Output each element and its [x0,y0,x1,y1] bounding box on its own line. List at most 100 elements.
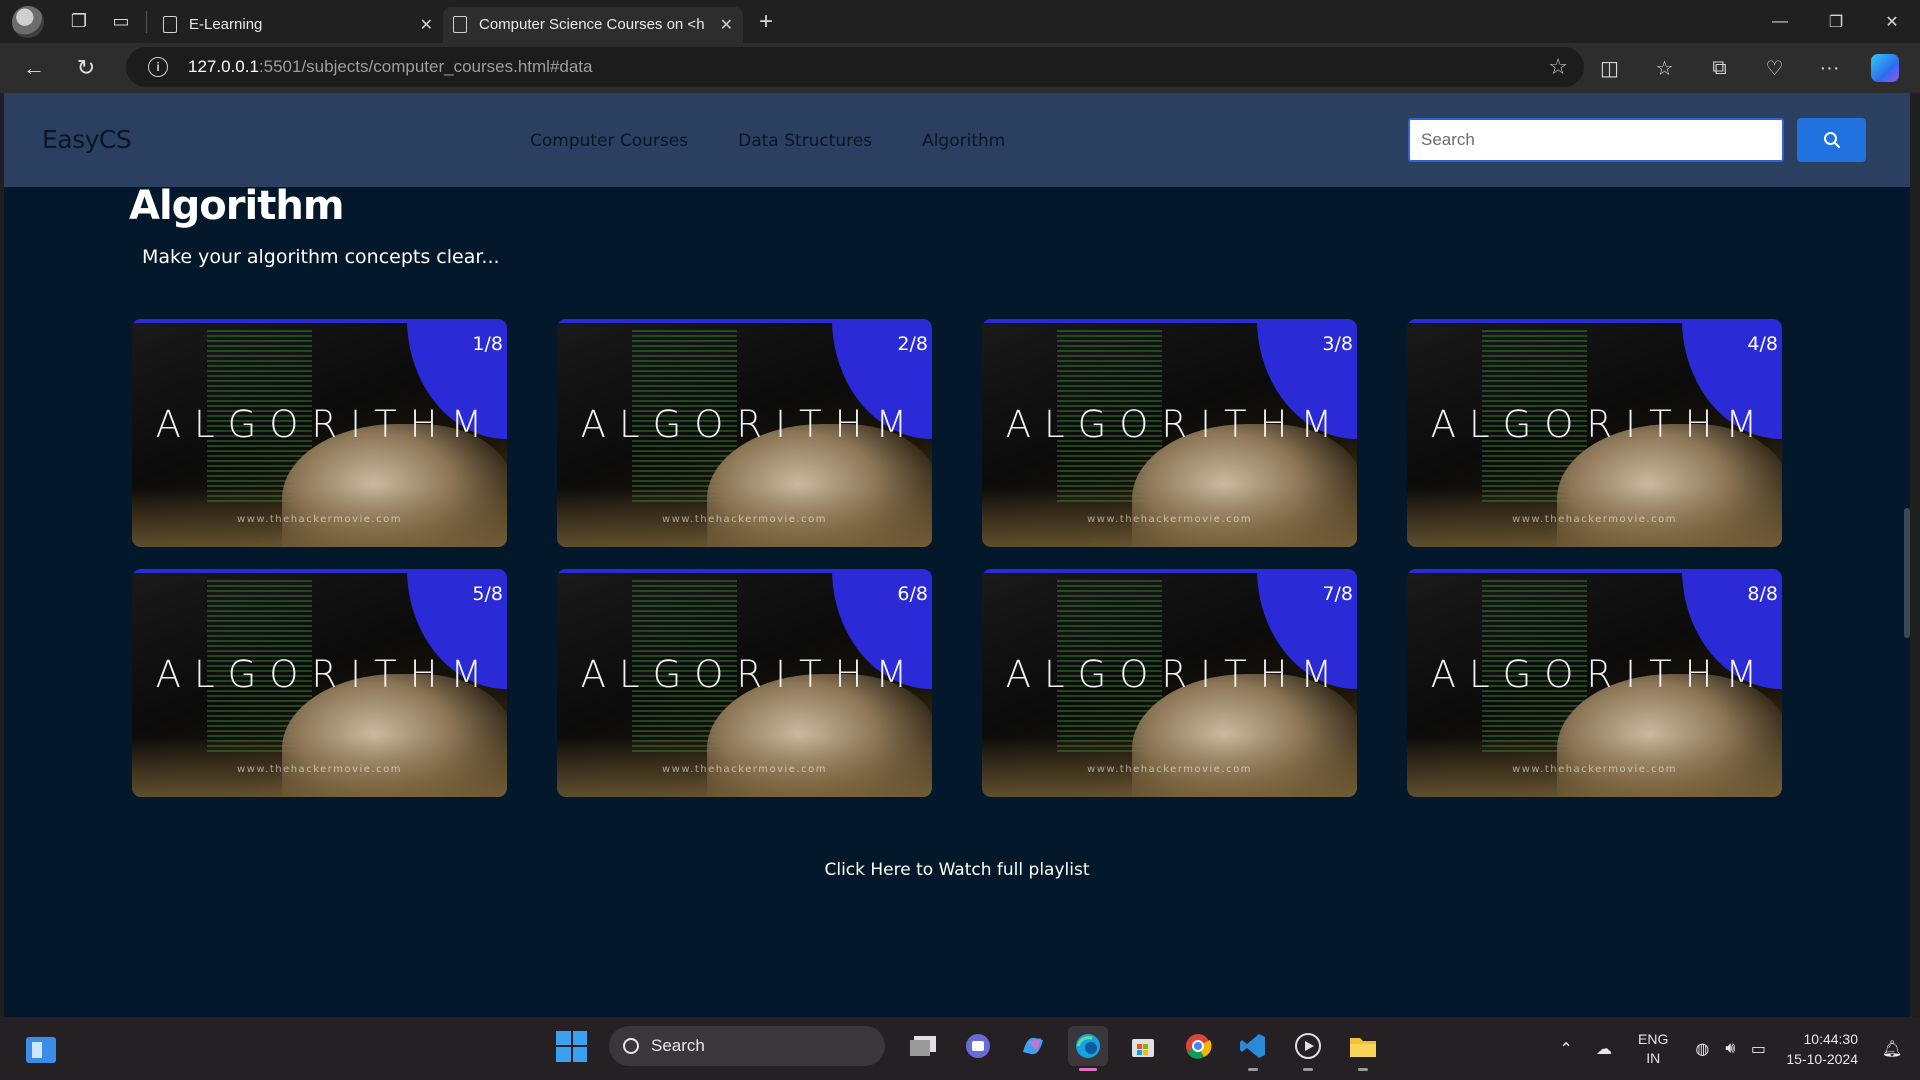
tab-separator [146,10,147,33]
search-icon [623,1038,639,1054]
url-text[interactable]: 127.0.0.1:5501/subjects/computer_courses… [188,57,592,77]
video-card-2[interactable]: 2/8 ALGORITHM www.thehackermovie.com [557,319,932,547]
running-indicator [1248,1068,1258,1071]
onedrive-icon[interactable]: ☁ [1590,1039,1618,1059]
close-tab-icon[interactable]: ✕ [420,15,433,35]
clock[interactable]: 10:44:30 15-10-2024 [1786,1029,1858,1069]
minimize-icon[interactable]: — [1752,0,1808,43]
tab-title: Computer Science Courses on <h [479,16,704,33]
video-card-3[interactable]: 3/8 ALGORITHM www.thehackermovie.com [982,319,1357,547]
site-info-icon[interactable]: i [148,57,168,77]
page-icon [163,16,177,33]
notifications-icon[interactable]: 🔔︎ [1878,1039,1906,1059]
site-nav: Computer Courses Data Structures Algorit… [530,131,1005,151]
collections-icon[interactable]: ⧉ [1692,48,1747,88]
thumb-watermark: www.thehackermovie.com [662,514,827,525]
nav-algorithm[interactable]: Algorithm [922,131,1005,151]
favorites-icon[interactable]: ☆ [1637,48,1692,88]
browser-tools: ◫ ☆ ⧉ ♡ ··· [1582,48,1912,88]
playlist-link-text[interactable]: Click Here to Watch full playlist [824,860,1089,880]
language-indicator[interactable]: ENG IN [1638,1030,1668,1068]
teams-icon[interactable] [958,1026,998,1066]
thumb-title: ALGORITHM [580,403,921,446]
thumb-watermark: www.thehackermovie.com [237,764,402,775]
taskbar: Search ⌃ ☁ ENG IN ◍ 🔊︎ ▭ 10:44:30 15-10-… [0,1017,1920,1080]
restore-icon[interactable]: ❐ [1808,0,1864,43]
thumb-accent-line [982,319,1272,323]
widgets-icon[interactable] [26,1037,56,1063]
search-icon [1823,132,1840,149]
tab-elearning[interactable]: E-Learning ✕ [153,7,443,43]
thumb-title: ALGORITHM [155,653,496,696]
new-tab-icon[interactable]: + [759,8,773,36]
nav-data-structures[interactable]: Data Structures [738,131,872,151]
browser-tab-bar: ❐ ▭ E-Learning ✕ Computer Science Course… [0,0,1920,43]
profile-avatar[interactable] [12,5,44,38]
more-options-icon[interactable]: ··· [1802,48,1857,88]
thumb-watermark: www.thehackermovie.com [1512,764,1677,775]
chrome-icon[interactable] [1178,1026,1218,1066]
thumb-accent-line [557,319,847,323]
thumb-watermark: www.thehackermovie.com [1512,514,1677,525]
tab-computer-courses[interactable]: Computer Science Courses on <h ✕ [443,6,743,43]
section-subtitle: Make your algorithm concepts clear... [142,246,500,268]
site-logo[interactable]: EasyCS [42,125,132,154]
start-icon[interactable] [556,1030,587,1062]
playlist-link[interactable]: Click Here to Watch full playlist [4,860,1910,880]
close-window-icon[interactable]: ✕ [1864,0,1920,43]
playlist-index-badge: 4/8 [1747,333,1778,355]
vertical-tabs-icon[interactable]: ▭ [100,1,142,43]
thumb-watermark: www.thehackermovie.com [237,514,402,525]
video-card-4[interactable]: 4/8 ALGORITHM www.thehackermovie.com [1407,319,1782,547]
task-view-icon[interactable] [903,1026,943,1066]
media-player-icon[interactable] [1288,1026,1328,1071]
split-screen-icon[interactable]: ◫ [1582,48,1637,88]
video-card-6[interactable]: 6/8 ALGORITHM www.thehackermovie.com [557,569,932,797]
playlist-index-badge: 6/8 [897,583,928,605]
taskbar-search[interactable]: Search [609,1026,885,1066]
workspaces-icon[interactable]: ❐ [58,1,100,43]
copilot-icon[interactable] [1857,48,1912,88]
video-card-5[interactable]: 5/8 ALGORITHM www.thehackermovie.com [132,569,507,797]
store-icon[interactable] [1123,1026,1163,1066]
site-header: EasyCS Computer Courses Data Structures … [4,93,1910,187]
thumb-watermark: www.thehackermovie.com [662,764,827,775]
close-tab-icon[interactable]: ✕ [720,15,733,35]
thumb-title: ALGORITHM [1430,403,1771,446]
playlist-index-badge: 1/8 [472,333,503,355]
copilot-app-icon[interactable] [1013,1026,1053,1066]
browser-essentials-icon[interactable]: ♡ [1747,48,1802,88]
network-icon[interactable]: ◍ [1688,1039,1716,1059]
video-card-7[interactable]: 7/8 ALGORITHM www.thehackermovie.com [982,569,1357,797]
window-controls: — ❐ ✕ [1752,0,1920,43]
search-input[interactable] [1408,118,1784,162]
show-hidden-icons-icon[interactable]: ⌃ [1552,1039,1580,1059]
thumb-accent-line [982,569,1272,573]
running-indicator [1358,1068,1368,1071]
video-card-8[interactable]: 8/8 ALGORITHM www.thehackermovie.com [1407,569,1782,797]
battery-icon[interactable]: ▭ [1744,1039,1772,1059]
file-explorer-icon[interactable] [1343,1026,1383,1071]
thumb-watermark: www.thehackermovie.com [1087,514,1252,525]
page-scrollbar[interactable] [1904,508,1910,638]
thumb-accent-line [557,569,847,573]
edge-icon[interactable] [1068,1026,1108,1071]
thumb-title: ALGORITHM [1005,653,1346,696]
thumb-accent-line [1407,319,1697,323]
nav-computer-courses[interactable]: Computer Courses [530,131,688,151]
volume-icon[interactable]: 🔊︎ [1716,1040,1744,1058]
address-bar[interactable]: i 127.0.0.1:5501/subjects/computer_cours… [126,47,1584,87]
search-button[interactable] [1797,118,1866,162]
reload-icon[interactable]: ↻ [60,48,112,88]
thumb-title: ALGORITHM [1005,403,1346,446]
playlist-index-badge: 5/8 [472,583,503,605]
favorite-star-icon[interactable]: ☆ [1548,54,1568,80]
video-card-1[interactable]: 1/8 ALGORITHM www.thehackermovie.com [132,319,507,547]
thumb-watermark: www.thehackermovie.com [1087,764,1252,775]
tab-title: E-Learning [189,16,263,33]
thumb-accent-line [1407,569,1697,573]
web-page: EasyCS Computer Courses Data Structures … [4,93,1910,1017]
vscode-icon[interactable] [1233,1026,1273,1071]
back-icon[interactable]: ← [8,48,60,88]
running-indicator [1303,1068,1313,1071]
